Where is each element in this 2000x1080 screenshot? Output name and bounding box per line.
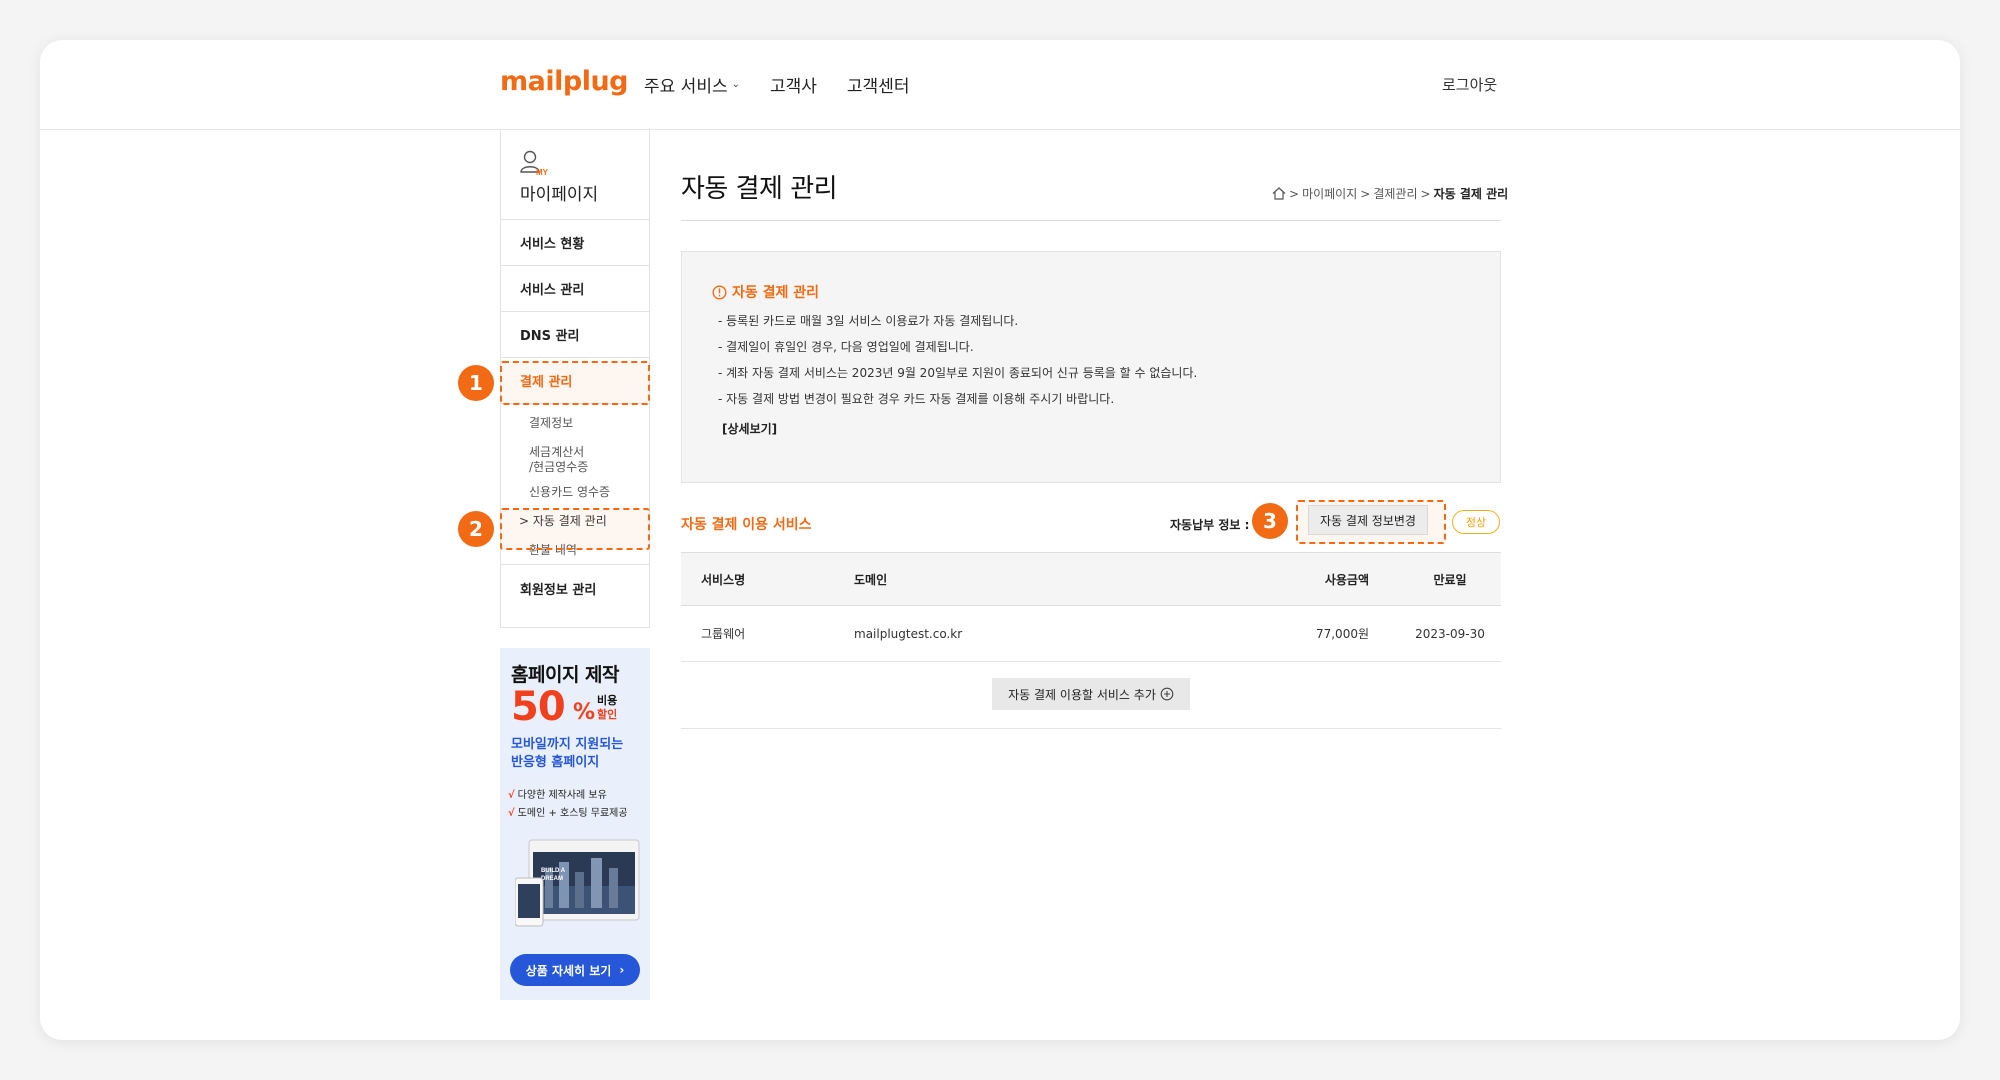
product-detail-button[interactable]: 상품 자세히 보기 › — [510, 954, 640, 986]
sidebar-sub-tax-invoice[interactable]: 세금계산서 — [501, 445, 649, 460]
sidebar-item-dns[interactable]: DNS 관리 — [501, 312, 649, 358]
sidebar-item-service-manage[interactable]: 서비스 관리 — [501, 266, 649, 312]
user-icon: MY — [520, 150, 549, 176]
banner-check-2-text: 도메인 + 호스팅 무료제공 — [517, 808, 628, 819]
chevron-right-icon: › — [619, 963, 625, 977]
sidebar-sub-cash-receipt[interactable]: /현금영수증 — [501, 460, 649, 475]
table-header-row: 서비스명 도메인 사용금액 만료일 — [681, 552, 1501, 606]
notice-line-2: - 결제일이 휴일인 경우, 다음 영업일에 결제됩니다. — [718, 340, 974, 354]
breadcrumb-sep: > — [1420, 186, 1431, 201]
banner-check-2: √ 도메인 + 호스팅 무료제공 — [508, 804, 628, 819]
logout-link[interactable]: 로그아웃 — [1442, 74, 1497, 95]
main-nav: 주요 서비스 ⌄ 고객사 고객센터 — [644, 72, 909, 97]
banner-discount: 할인 — [597, 708, 618, 721]
breadcrumb-payment[interactable]: 결제관리 — [1373, 185, 1417, 202]
homepage-promo-banner[interactable]: 홈페이지 제작 50 % 비용 할인 모바일까지 지원되는 반응형 홈페이지 √… — [500, 648, 650, 1000]
annotation-badge-2: 2 — [458, 511, 494, 547]
top-header: mailplug 주요 서비스 ⌄ 고객사 고객센터 로그아웃 — [40, 40, 1960, 130]
info-icon — [712, 284, 727, 300]
banner-subtitle-line-2: 반응형 홈페이지 — [511, 755, 600, 770]
devices-illustration: BUILD A DREAM — [515, 839, 640, 927]
nav-main-services[interactable]: 주요 서비스 ⌄ — [644, 72, 740, 97]
service-table: 서비스명 도메인 사용금액 만료일 그룹웨어 mailplugtest.co.k… — [681, 552, 1501, 662]
change-auto-payment-button[interactable]: 자동 결제 정보변경 — [1308, 505, 1428, 535]
banner-percent: 50 — [511, 684, 566, 730]
notice-line-1: - 등록된 카드로 매월 3일 서비스 이용료가 자동 결제됩니다. — [718, 314, 1019, 328]
service-section-title: 자동 결제 이용 서비스 — [681, 517, 812, 533]
annotation-badge-3: 3 — [1252, 503, 1288, 539]
sidebar-sub-payment-info[interactable]: 결제정보 — [501, 416, 649, 431]
notice-line-3: - 계좌 자동 결제 서비스는 2023년 9월 20일부로 지원이 종료되어 … — [718, 366, 1198, 380]
banner-check-1: √ 다양한 제작사례 보유 — [508, 786, 607, 801]
banner-check-1-text: 다양한 제작사례 보유 — [517, 790, 607, 801]
col-domain: 도메인 — [854, 572, 888, 587]
device-text-2: DREAM — [541, 876, 563, 882]
nav-support-center-label: 고객센터 — [846, 77, 910, 97]
sidebar-sub-card-receipt[interactable]: 신용카드 영수증 — [501, 485, 649, 500]
banner-subtitle: 모바일까지 지원되는 반응형 홈페이지 — [511, 736, 646, 772]
check-icon: √ — [508, 808, 515, 819]
product-detail-button-label: 상품 자세히 보기 — [525, 963, 612, 978]
cell-domain: mailplugtest.co.kr — [854, 626, 963, 641]
plus-circle-icon — [1160, 687, 1174, 701]
page-card: mailplug 주요 서비스 ⌄ 고객사 고객센터 로그아웃 MY 마이페이지… — [40, 40, 1960, 1040]
home-icon[interactable] — [1272, 187, 1286, 200]
banner-percent-unit: % — [573, 700, 596, 725]
col-service-name: 서비스명 — [701, 572, 746, 587]
sidebar-item-service-status[interactable]: 서비스 현황 — [501, 220, 649, 266]
notice-box: 자동 결제 관리 - 등록된 카드로 매월 3일 서비스 이용료가 자동 결제됩… — [681, 251, 1501, 483]
col-amount: 사용금액 — [1324, 572, 1369, 587]
cell-expiry: 2023-09-30 — [1415, 626, 1485, 641]
banner-title: 홈페이지 제작 — [511, 664, 620, 686]
nav-customers[interactable]: 고객사 — [770, 72, 817, 97]
table-row: 그룹웨어 mailplugtest.co.kr 77,000원 2023-09-… — [681, 606, 1501, 662]
notice-heading-text: 자동 결제 관리 — [732, 285, 820, 301]
nav-support-center[interactable]: 고객센터 — [847, 72, 910, 97]
notice-detail-link[interactable]: [상세보기] — [722, 420, 777, 437]
device-text-1: BUILD A — [541, 868, 566, 874]
nav-main-services-label: 주요 서비스 — [644, 77, 728, 97]
annotation-box-1 — [500, 361, 650, 405]
col-expiry: 만료일 — [1433, 572, 1467, 587]
breadcrumb-sep: > — [1289, 186, 1300, 201]
cell-service-name: 그룹웨어 — [701, 627, 746, 641]
notice-heading: 자동 결제 관리 — [712, 282, 819, 302]
breadcrumb-mypage[interactable]: 마이페이지 — [1302, 185, 1357, 202]
chevron-down-icon: ⌄ — [731, 79, 740, 90]
breadcrumb-sep: > — [1360, 186, 1371, 201]
notice-line-4: - 자동 결제 방법 변경이 필요한 경우 카드 자동 결제를 이용해 주시기 … — [718, 392, 1115, 406]
auto-payment-info-label: 자동납부 정보 : 8 — [1170, 518, 1262, 532]
mypage-badge: MY — [536, 168, 549, 176]
mypage-title: 마이페이지 — [520, 185, 599, 205]
status-badge: 정상 — [1452, 510, 1500, 534]
sidebar-item-member-info[interactable]: 회원정보 관리 — [501, 565, 649, 611]
annotation-badge-1: 1 — [458, 365, 494, 401]
cell-amount: 77,000원 — [1315, 627, 1369, 641]
breadcrumb-current: 자동 결제 관리 — [1433, 187, 1509, 201]
banner-subtitle-line-1: 모바일까지 지원되는 — [511, 737, 624, 752]
page-title: 자동 결제 관리 — [681, 174, 838, 204]
annotation-box-2 — [500, 508, 650, 550]
title-divider — [681, 220, 1501, 221]
mailplug-logo[interactable]: mailplug — [500, 66, 629, 97]
add-button-label: 자동 결제 이용할 서비스 추가 — [1008, 687, 1156, 702]
section-bottom-divider — [681, 728, 1501, 729]
breadcrumb: > 마이페이지 > 결제관리 > 자동 결제 관리 — [1272, 185, 1508, 202]
mypage-header: MY 마이페이지 — [501, 130, 649, 220]
nav-customers-label: 고객사 — [770, 77, 817, 97]
add-auto-payment-service-button[interactable]: 자동 결제 이용할 서비스 추가 — [992, 678, 1190, 710]
check-icon: √ — [508, 790, 515, 801]
